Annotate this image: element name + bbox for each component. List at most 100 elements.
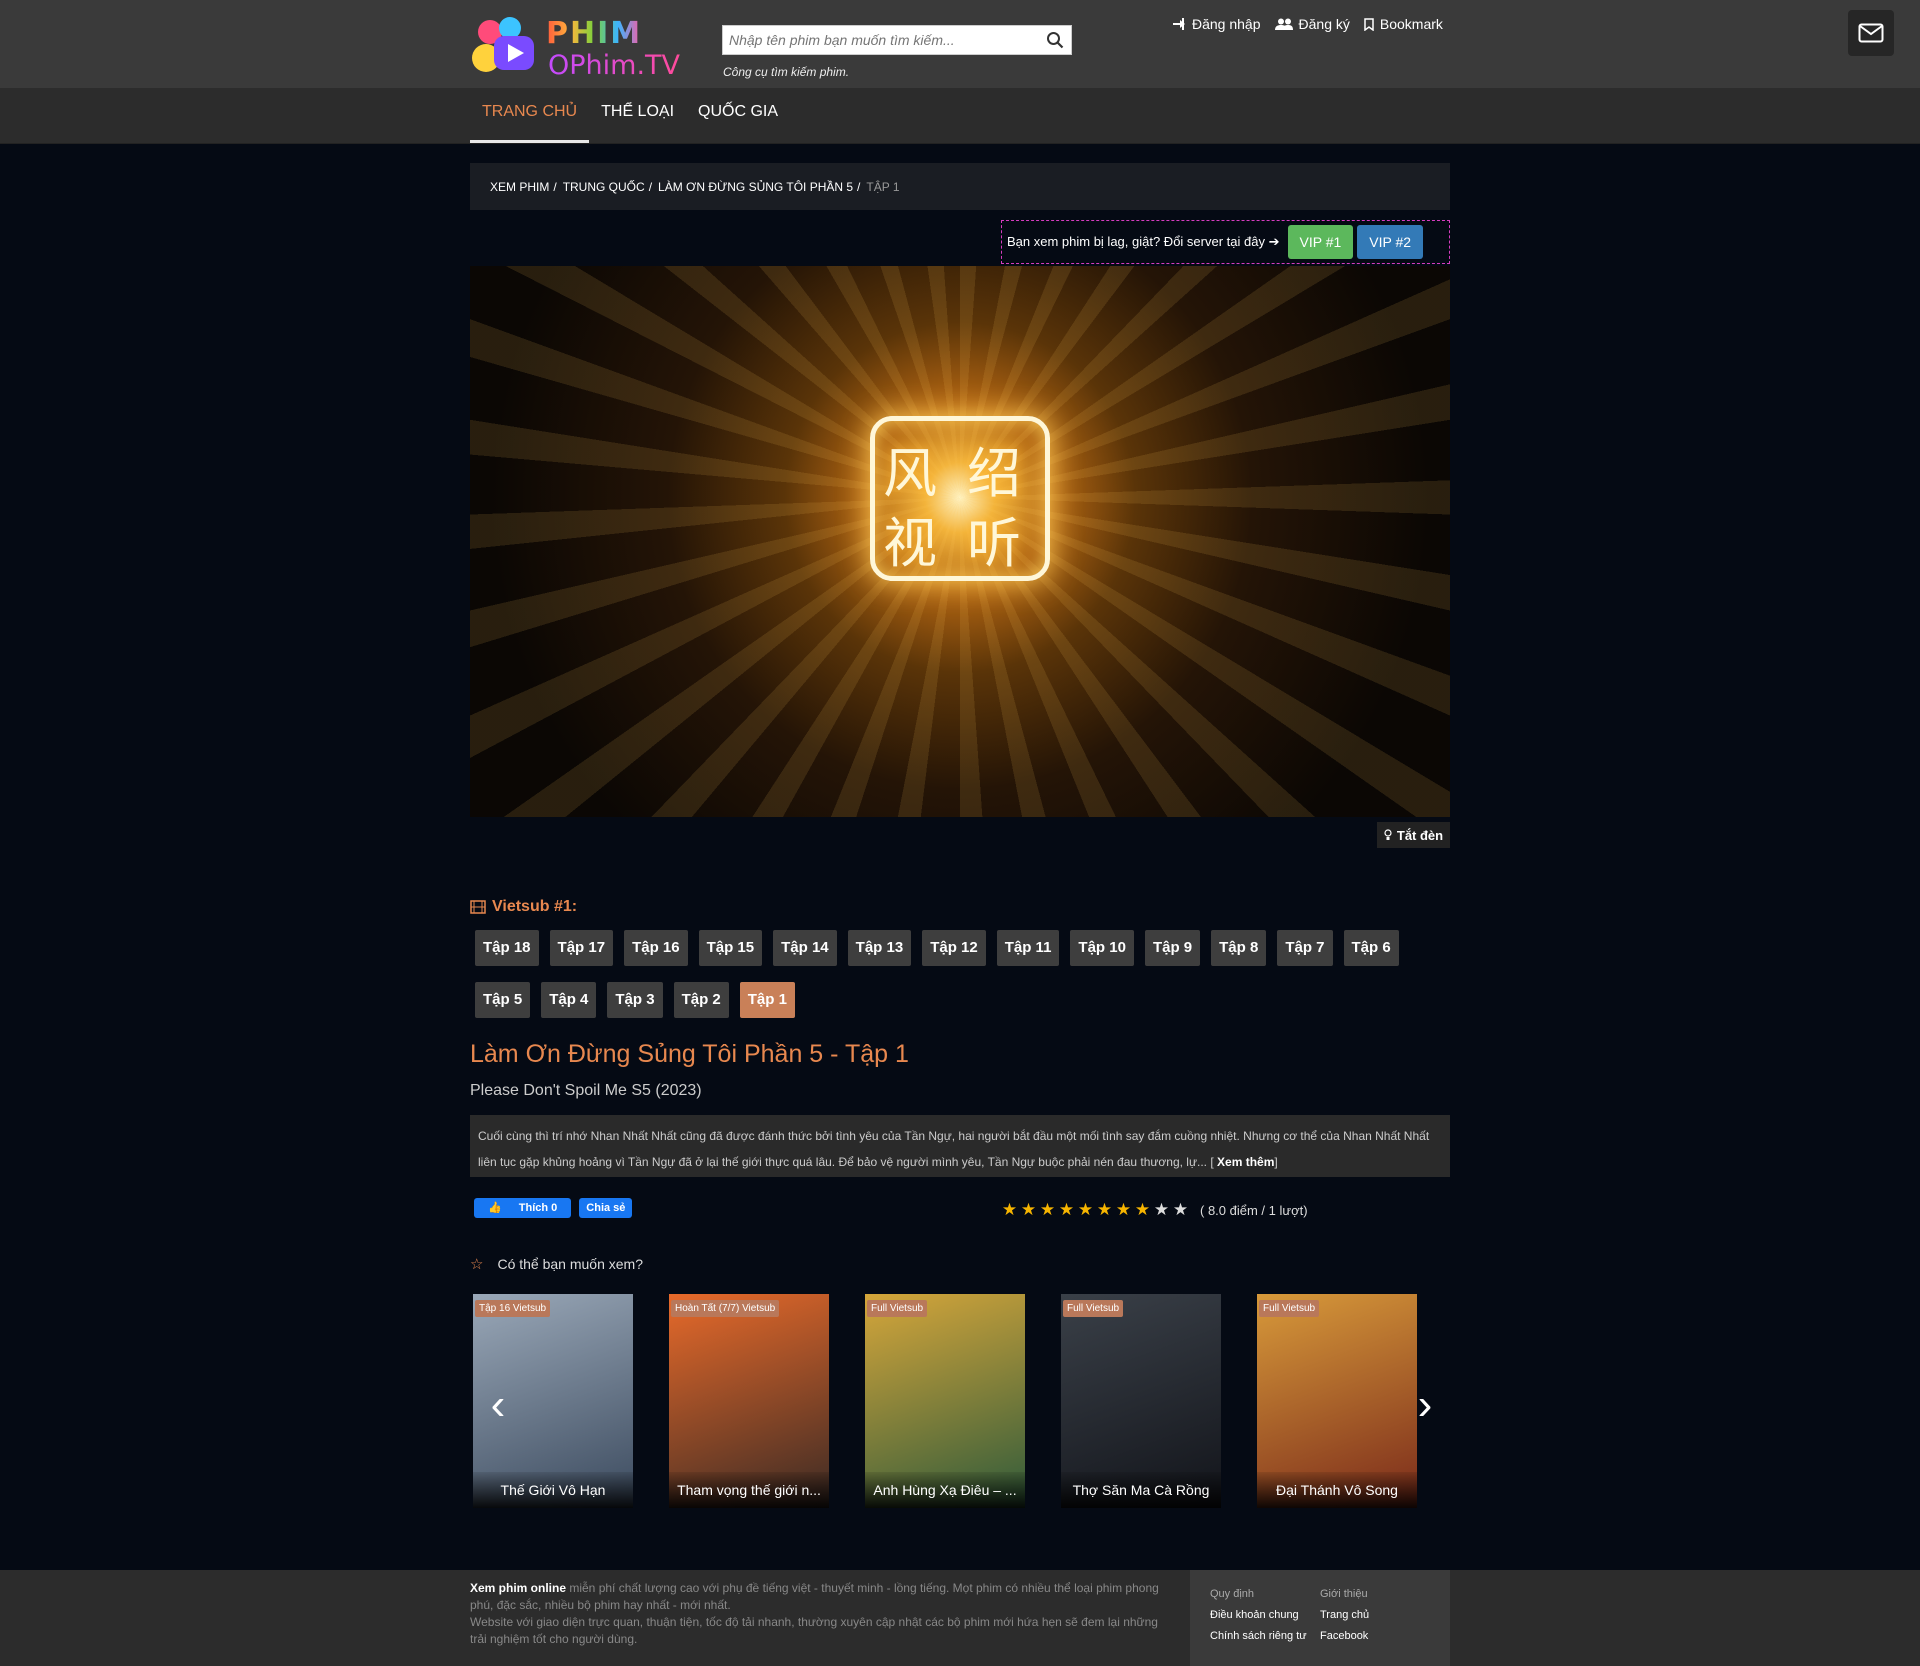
sign-in-icon: [1173, 18, 1185, 30]
episode-button[interactable]: Tập 14: [773, 930, 837, 966]
facebook-like-button[interactable]: 👍 Thích 0: [474, 1198, 572, 1218]
footer-links: Quy định Điều khoản chung Chính sách riê…: [1190, 1570, 1450, 1666]
rating-star-icon[interactable]: ★: [1171, 1200, 1190, 1220]
users-icon: [1274, 18, 1293, 30]
login-link[interactable]: Đăng nhập: [1172, 16, 1261, 32]
footer-home-link[interactable]: Trang chủ: [1320, 1605, 1369, 1626]
logo-text-top: PHIM: [546, 16, 643, 51]
like-label: Thích 0: [511, 1202, 565, 1214]
mail-button[interactable]: [1848, 10, 1894, 56]
episode-button[interactable]: Tập 4: [541, 982, 597, 1018]
episode-button[interactable]: Tập 17: [549, 930, 614, 966]
breadcrumb-movie[interactable]: LÀM ƠN ĐỪNG SỦNG TÔI PHẦN 5: [658, 180, 853, 194]
logo-text-bottom: OPhim.TV: [548, 50, 680, 81]
episode-button[interactable]: Tập 8: [1211, 930, 1267, 966]
more-prefix: [: [1207, 1155, 1218, 1169]
rating-star-icon[interactable]: ★: [1095, 1200, 1114, 1220]
movie-card-title: Thợ Săn Ma Cà Rồng: [1061, 1472, 1221, 1508]
vip1-server-button[interactable]: VIP #1: [1287, 225, 1354, 259]
movie-card[interactable]: Full Vietsub Thợ Săn Ma Cà Rồng: [1061, 1294, 1221, 1508]
movie-badge: Hoàn Tất (7/7) Vietsub: [671, 1300, 780, 1317]
movie-card-title: Tham vọng thế giới n...: [669, 1472, 829, 1508]
episode-button[interactable]: Tập 16: [624, 930, 688, 966]
rating-star-icon[interactable]: ★: [1038, 1200, 1057, 1220]
episode-button[interactable]: Tập 5: [475, 982, 531, 1018]
register-link[interactable]: Đăng ký: [1274, 16, 1350, 32]
movie-card-title: Đại Thánh Vô Song: [1257, 1472, 1417, 1508]
star-outline-icon: ☆: [470, 1256, 484, 1273]
movie-badge: Full Vietsub: [1063, 1300, 1124, 1317]
social-buttons: 👍 Thích 0 Chia sẻ: [474, 1198, 633, 1218]
main-nav-bar: [0, 88, 1920, 144]
episode-button[interactable]: Tập 3: [607, 982, 663, 1018]
episode-button[interactable]: Tập 2: [673, 982, 729, 1018]
episode-button[interactable]: Tập 10: [1070, 930, 1134, 966]
movie-card[interactable]: Full Vietsub Anh Hùng Xạ Điêu – ...: [865, 1294, 1025, 1508]
server-switch-label: Bạn xem phim bị lag, giật? Đổi server tạ…: [1007, 234, 1265, 249]
envelope-icon: [1858, 23, 1884, 43]
register-label: Đăng ký: [1298, 16, 1350, 32]
episode-list: Tập 18 Tập 17 Tập 16 Tập 15 Tập 14 Tập 13 Tập …: [475, 930, 1450, 1018]
rating-star-icon[interactable]: ★: [1057, 1200, 1076, 1220]
footer-col2-heading: Giới thiệu: [1320, 1588, 1368, 1600]
footer-terms-link[interactable]: Điều khoản chung: [1210, 1605, 1307, 1626]
lights-off-label: Tắt đèn: [1396, 827, 1444, 843]
episode-button[interactable]: Tập 9: [1144, 930, 1201, 966]
episode-button[interactable]: Tập 13: [847, 930, 912, 966]
episode-button[interactable]: Tập 7: [1277, 930, 1333, 966]
carousel-next-button[interactable]: ›: [1400, 1370, 1450, 1440]
footer: Xem phim online miễn phí chất lượng cao …: [0, 1570, 1920, 1666]
rating-star-icon[interactable]: ★: [1114, 1200, 1133, 1220]
movie-description: Cuối cùng thì trí nhớ Nhan Nhất Nhất cũn…: [470, 1115, 1450, 1177]
rating: ★ ★ ★ ★ ★ ★ ★ ★ ★ ★ ( 8.0 điểm / 1 lượt): [1000, 1200, 1308, 1220]
vip2-server-button[interactable]: VIP #2: [1357, 225, 1424, 259]
episode-button[interactable]: Tập 6: [1343, 930, 1399, 966]
search-input[interactable]: [723, 26, 1033, 54]
description-text: Cuối cùng thì trí nhớ Nhan Nhất Nhất cũn…: [478, 1129, 1430, 1169]
episode-button[interactable]: Tập 12: [922, 930, 986, 966]
server-switch: Bạn xem phim bị lag, giật? Đổi server tạ…: [1001, 220, 1450, 264]
logo-icon: [472, 17, 534, 72]
breadcrumb-separator: /: [553, 179, 557, 194]
footer-privacy-link[interactable]: Chính sách riêng tư: [1210, 1626, 1307, 1647]
movie-badge: Full Vietsub: [867, 1300, 928, 1317]
site-logo[interactable]: PHIM OPhim.TV: [470, 14, 685, 81]
movie-card[interactable]: Full Vietsub Đại Thánh Vô Song: [1257, 1294, 1417, 1508]
movie-card[interactable]: Hoàn Tất (7/7) Vietsub Tham vọng thế giới…: [669, 1294, 829, 1508]
footer-col1-heading: Quy định: [1210, 1588, 1255, 1600]
video-player[interactable]: 风 绍 视 听: [470, 266, 1450, 817]
breadcrumb-separator: /: [648, 179, 653, 194]
footer-about: Xem phim online miễn phí chất lượng cao …: [470, 1580, 1170, 1648]
user-links: Đăng nhập Đăng ký Bookmark: [1172, 16, 1443, 32]
more-suffix: ]: [1274, 1155, 1278, 1169]
rating-star-icon[interactable]: ★: [1019, 1200, 1038, 1220]
studio-seal-logo: 风 绍 视 听: [870, 416, 1050, 581]
episode-server-title: Vietsub #1:: [470, 898, 577, 916]
episode-button[interactable]: Tập 15: [698, 930, 763, 966]
facebook-share-button[interactable]: Chia sẻ: [579, 1198, 633, 1218]
search-button[interactable]: [1039, 26, 1071, 54]
footer-facebook-link[interactable]: Facebook: [1320, 1626, 1369, 1647]
read-more-link[interactable]: Xem thêm: [1217, 1155, 1274, 1169]
rating-star-icon[interactable]: ★: [1133, 1200, 1152, 1220]
movie-card-title: Thế Giới Vô Hạn: [473, 1472, 633, 1508]
episode-button[interactable]: Tập 1: [739, 982, 795, 1018]
breadcrumb-separator: /: [857, 179, 861, 194]
lights-off-button[interactable]: Tắt đèn: [1377, 822, 1450, 848]
bookmark-link[interactable]: Bookmark: [1364, 16, 1443, 32]
rating-star-icon[interactable]: ★: [1152, 1200, 1171, 1220]
bookmark-label: Bookmark: [1379, 16, 1443, 32]
nav-country[interactable]: QUỐC GIA: [686, 88, 790, 144]
nav-genre[interactable]: THỂ LOẠI: [589, 88, 686, 144]
movie-subtitle: Please Don't Spoil Me S5 (2023): [470, 1082, 702, 1099]
footer-text-2: Website với giao diện trực quan, thuận t…: [470, 1615, 1158, 1646]
rating-star-icon[interactable]: ★: [1076, 1200, 1095, 1220]
breadcrumb-country[interactable]: TRUNG QUỐC: [563, 180, 645, 194]
carousel-prev-button[interactable]: ‹: [473, 1370, 523, 1440]
arrow-right-icon: ➔: [1268, 234, 1280, 249]
nav-home[interactable]: TRANG CHỦ: [470, 88, 590, 143]
breadcrumb-home[interactable]: XEM PHIM: [490, 180, 549, 194]
rating-star-icon[interactable]: ★: [1000, 1200, 1019, 1220]
episode-button[interactable]: Tập 11: [996, 930, 1060, 966]
episode-button[interactable]: Tập 18: [475, 930, 539, 966]
